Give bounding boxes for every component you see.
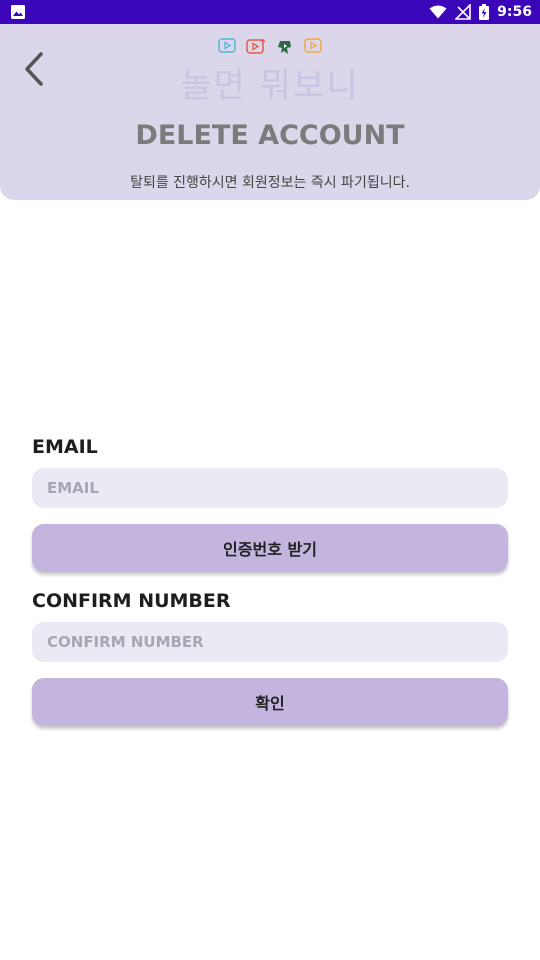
image-icon [11,5,25,19]
logo-icons [0,38,540,56]
page-subtitle: 탈퇴를 진행하시면 회원정보는 즉시 파기됩니다. [130,175,410,191]
battery-charging-icon [479,4,490,20]
header: 놀면 뭐보니 DELETE ACCOUNT 탈퇴를 진행하시면 회원정보는 즉시… [0,24,540,200]
confirm-number-label: CONFIRM NUMBER [32,590,231,612]
confirm-button[interactable]: 확인 [32,678,508,726]
send-code-button[interactable]: 인증번호 받기 [32,524,508,572]
play-icon-cyan [218,38,236,53]
play-icon-green [278,41,291,54]
status-time: 9:56 [497,4,532,20]
no-signal-icon [455,4,471,20]
status-bar: 9:56 [0,0,540,24]
play-icon-orange [304,38,322,53]
app-logo: 놀면 뭐보니 [180,66,360,106]
play-icon-red [246,38,266,54]
email-input[interactable] [32,468,508,508]
page-title: DELETE ACCOUNT [135,120,405,151]
wifi-icon [429,5,447,19]
email-label: EMAIL [32,436,98,458]
confirm-number-input[interactable] [32,622,508,662]
